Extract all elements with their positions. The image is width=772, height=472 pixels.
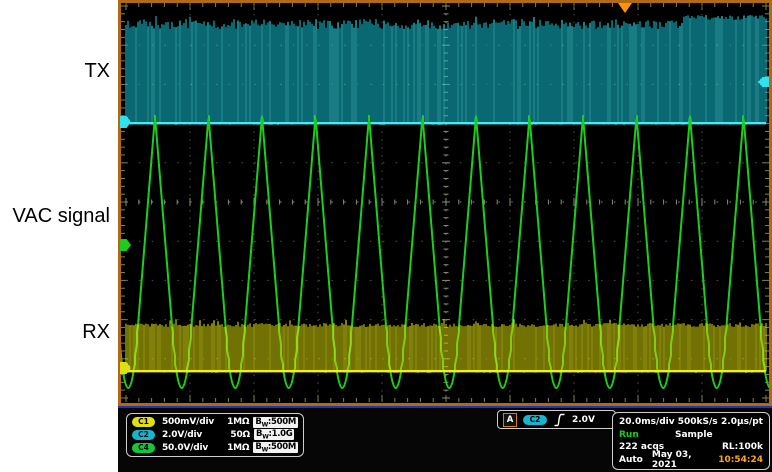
display-separator bbox=[118, 406, 772, 408]
trigger-level-value: 2.0V bbox=[572, 414, 595, 425]
channel-badge[interactable]: C1 bbox=[132, 417, 155, 428]
label-tx: TX bbox=[84, 60, 110, 82]
tx-waveform bbox=[125, 15, 767, 125]
channel-row[interactable]: C4 50.0V/div 1MΩ BW:500M bbox=[132, 442, 298, 454]
trigger-source-badge[interactable]: C2 bbox=[523, 414, 547, 425]
channel-badge[interactable]: C4 bbox=[132, 442, 155, 453]
channels-readout[interactable]: C1 500mV/div 1MΩ BW:500M C2 2.0V/div 50Ω BW:1.0… bbox=[126, 413, 304, 457]
channel-badge[interactable]: C2 bbox=[132, 429, 155, 440]
resolution-value: 2.0µs/pt bbox=[721, 417, 763, 427]
channel-impedance: 1MΩ bbox=[227, 442, 250, 453]
channel-bandwidth: BW:500M bbox=[253, 416, 298, 429]
rx-waveform bbox=[125, 319, 767, 373]
channel-scale: 500mV/div bbox=[162, 417, 215, 428]
trigger-bus-badge[interactable]: A bbox=[503, 412, 517, 427]
oscilloscope-panel: C1 500mV/div 1MΩ BW:500M C2 2.0V/div 50Ω BW:1.0… bbox=[118, 0, 772, 472]
rising-edge-slope-icon bbox=[554, 413, 565, 426]
time-value: 10:54:24 bbox=[718, 454, 763, 465]
channel-impedance: 1MΩ bbox=[227, 417, 250, 428]
channel-row[interactable]: C1 500mV/div 1MΩ BW:500M bbox=[132, 416, 298, 429]
record-length: RL:100k bbox=[721, 442, 763, 453]
date-value: May 03, 2021 bbox=[651, 449, 692, 470]
acquisition-mode: Sample bbox=[675, 429, 713, 440]
channel-bandwidth: BW:500M bbox=[253, 442, 298, 454]
horizontal-acquisition-readout[interactable]: 20.0ms/div 500kS/s 2.0µs/pt Run Sample 2… bbox=[612, 412, 770, 470]
timebase-value: 20.0ms/div 500kS/s bbox=[619, 417, 718, 427]
channel-scale: 50.0V/div bbox=[162, 442, 209, 453]
label-rx: RX bbox=[82, 321, 110, 343]
channel-row[interactable]: C2 2.0V/div 50Ω BW:1.0G bbox=[132, 429, 298, 441]
trigger-readout[interactable]: A C2 2.0V bbox=[497, 410, 616, 429]
run-state[interactable]: Run bbox=[619, 430, 675, 440]
channel-bandwidth: BW:1.0G bbox=[254, 429, 295, 442]
label-vac-signal: VAC signal bbox=[12, 205, 110, 227]
trigger-mode: Auto bbox=[619, 454, 643, 465]
scope-screen[interactable] bbox=[118, 0, 772, 406]
channel-impedance: 50Ω bbox=[230, 429, 250, 440]
channel-scale: 2.0V/div bbox=[162, 429, 202, 440]
